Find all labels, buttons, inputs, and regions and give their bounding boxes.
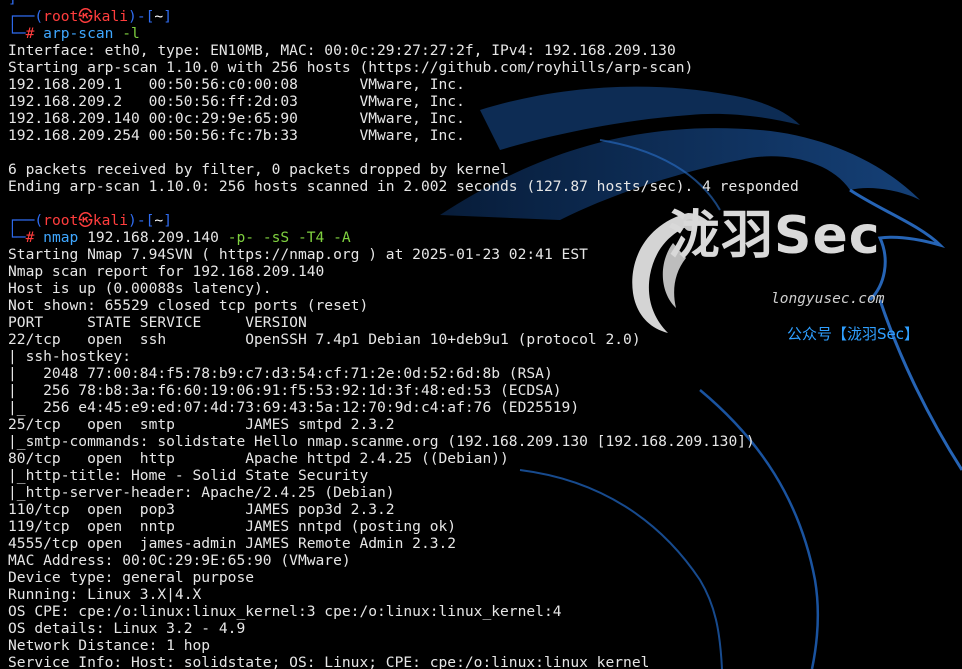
prompt-mid: )-[ [128, 8, 155, 25]
output-line: Ending arp-scan 1.10.0: 256 hosts scanne… [8, 178, 799, 195]
prompt-close: ] [163, 212, 172, 229]
output-line: 22/tcp open ssh OpenSSH 7.4p1 Debian 10+… [8, 331, 641, 348]
output-line: OS CPE: cpe:/o:linux:linux_kernel:3 cpe:… [8, 603, 562, 620]
output-line: |_http-title: Home - Solid State Securit… [8, 467, 369, 484]
output-line: Service Info: Host: solidstate; OS: Linu… [8, 654, 650, 669]
output-line: 80/tcp open http Apache httpd 2.4.25 ((D… [8, 450, 509, 467]
output-line: 192.168.209.2 00:50:56:ff:2d:03 VMware, … [8, 93, 465, 110]
output-line: Device type: general purpose [8, 569, 255, 586]
command-name: nmap [43, 229, 79, 246]
command-target: 192.168.209.140 [78, 229, 219, 246]
prompt-line-1: ┌──(root㉿kali)-[~] [0, 8, 962, 25]
prompt-close: ] [163, 8, 172, 25]
output-line: | 2048 77:00:84:f5:78:b9:c7:d3:54:cf:71:… [8, 365, 553, 382]
output-line: 192.168.209.1 00:50:56:c0:00:08 VMware, … [8, 76, 465, 93]
output-line: |_ 256 e4:45:e9:ed:07:4d:73:69:43:5a:12:… [8, 399, 580, 416]
output-line: |_http-server-header: Apache/2.4.25 (Deb… [8, 484, 395, 501]
prompt-mid: )-[ [128, 212, 155, 229]
output-line: 192.168.209.254 00:50:56:fc:7b:33 VMware… [8, 127, 465, 144]
command-flags: -p- -sS -T4 -A [218, 229, 351, 246]
output-line: 4555/tcp open james-admin JAMES Remote A… [8, 535, 457, 552]
output-line: Host is up (0.00088s latency). [8, 280, 272, 297]
output-line: Not shown: 65529 closed tcp ports (reset… [8, 297, 369, 314]
output-line: Starting arp-scan 1.10.0 with 256 hosts … [8, 59, 694, 76]
output-line: Network Distance: 1 hop [8, 637, 211, 654]
prompt-line-2: ┌──(root㉿kali)-[~] [0, 212, 962, 229]
output-line: 110/tcp open pop3 JAMES pop3d 2.3.2 [8, 501, 395, 518]
output-line: Starting Nmap 7.94SVN ( https://nmap.org… [8, 246, 588, 263]
output-line: MAC Address: 00:0C:29:9E:65:90 (VMware) [8, 552, 351, 569]
prompt-user: root㉿kali [43, 8, 129, 25]
prompt-top-open: ┌──( [8, 8, 44, 25]
output-line: Nmap scan report for 192.168.209.140 [8, 263, 325, 280]
output-line: | ssh-hostkey: [8, 348, 132, 365]
output-line: |_smtp-commands: solidstate Hello nmap.s… [8, 433, 755, 450]
command-line-1: └─# arp-scan -l [0, 25, 962, 42]
output-line: | 256 78:b8:3a:f6:60:19:06:91:f5:53:92:1… [8, 382, 562, 399]
output-line: 25/tcp open smtp JAMES smtpd 2.3.2 [8, 416, 395, 433]
prompt-hash: # [25, 229, 44, 246]
output-line: Interface: eth0, type: EN10MB, MAC: 00:0… [8, 42, 676, 59]
prompt-path: ~ [154, 8, 164, 25]
command-name: arp-scan [43, 25, 114, 42]
output-line: 119/tcp open nntp JAMES nntpd (posting o… [8, 518, 457, 535]
command-flags: -l [113, 25, 140, 42]
prompt-top-open: ┌──( [8, 212, 44, 229]
output-line: PORT STATE SERVICE VERSION [8, 314, 307, 331]
prompt-hash: # [25, 25, 44, 42]
output-line: 192.168.209.140 00:0c:29:9e:65:90 VMware… [8, 110, 465, 127]
prompt-bottom: └─ [8, 229, 26, 246]
prompt-user: root㉿kali [43, 212, 129, 229]
prompt-path: ~ [154, 212, 164, 229]
output-line: Running: Linux 3.X|4.X [8, 586, 202, 603]
command-line-2: └─# nmap 192.168.209.140 -p- -sS -T4 -A [0, 229, 962, 246]
arp-output: Interface: eth0, type: EN10MB, MAC: 00:0… [0, 42, 962, 195]
output-line: OS details: Linux 3.2 - 4.9 [8, 620, 246, 637]
nmap-output: Starting Nmap 7.94SVN ( https://nmap.org… [0, 246, 962, 669]
clipped-previous-line: ] [0, 0, 962, 8]
terminal-window[interactable]: 泷羽Sec longyusec.com 公众号【泷羽Sec】 ] ┌──(roo… [0, 0, 962, 669]
output-line: 6 packets received by filter, 0 packets … [8, 161, 509, 178]
prompt-bottom: └─ [8, 25, 26, 42]
clipped-bracket: ] [8, 0, 17, 7]
